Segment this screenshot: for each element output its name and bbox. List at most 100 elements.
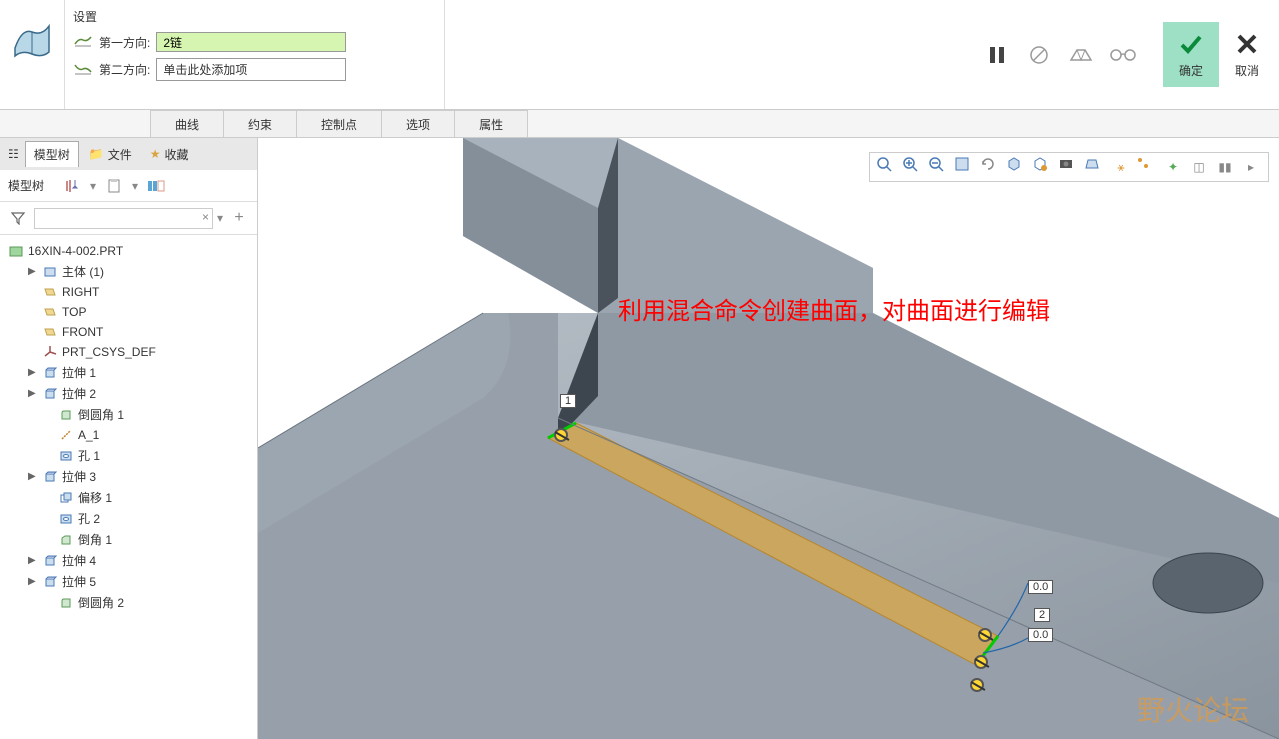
tree-item[interactable]: ▶拉伸 4 [4, 550, 253, 571]
feature-icon [42, 304, 58, 320]
cancel-label: 取消 [1235, 62, 1259, 79]
glasses-icon[interactable] [1107, 39, 1139, 71]
model-view [258, 138, 1279, 739]
control-group [961, 0, 1159, 109]
tree-item-label: 孔 2 [78, 510, 100, 527]
handle-3[interactable] [974, 655, 988, 669]
datum-csys-icon[interactable]: ✦ [1162, 156, 1184, 178]
dim-label-3[interactable]: 2 [1034, 608, 1050, 622]
watermark: 野火论坛 [1137, 689, 1249, 729]
tree-item[interactable]: ▶拉伸 1 [4, 362, 253, 383]
dim-label-4[interactable]: 0.0 [1028, 628, 1053, 642]
settings-title: 设置 [73, 4, 436, 29]
tree-item[interactable]: 倒圆角 2 [4, 592, 253, 613]
pause-button[interactable] [981, 39, 1013, 71]
extra-icon[interactable]: ▸ [1240, 156, 1262, 178]
tree-item[interactable]: 孔 1 [4, 445, 253, 466]
tab-constraints[interactable]: 约束 [223, 110, 297, 137]
toolbar-label: 模型树 [8, 177, 44, 194]
tree-item-label: 孔 1 [78, 447, 100, 464]
boundary-blend-icon[interactable] [8, 4, 56, 76]
caret-icon: ▶ [28, 367, 38, 378]
tree-item[interactable]: 偏移 1 [4, 487, 253, 508]
feature-icon [42, 284, 58, 300]
tree-root[interactable]: 16XIN-4-002.PRT [4, 241, 253, 261]
tree-item[interactable]: 倒圆角 1 [4, 404, 253, 425]
check-icon [1177, 30, 1205, 58]
filter-input[interactable] [34, 208, 213, 229]
no-preview-icon[interactable] [1023, 39, 1055, 71]
tab-files[interactable]: 📁文件 [81, 142, 140, 167]
tab-properties[interactable]: 属性 [454, 110, 528, 137]
feature-icon-group [0, 0, 65, 109]
tree-item[interactable]: ▶拉伸 2 [4, 383, 253, 404]
handle-4[interactable] [970, 678, 984, 692]
caret-icon: ▶ [28, 471, 38, 482]
datum-plane-icon[interactable]: ◫ [1188, 156, 1210, 178]
datum-point-icon[interactable] [1136, 156, 1158, 178]
camera-icon[interactable] [1058, 156, 1080, 178]
filter-icon[interactable] [6, 206, 30, 230]
feature-icon [58, 448, 74, 464]
tree-item[interactable]: FRONT [4, 322, 253, 342]
dim-label-2[interactable]: 0.0 [1028, 580, 1053, 594]
tree-item[interactable]: 倒角 1 [4, 529, 253, 550]
perspective-icon[interactable] [1084, 156, 1106, 178]
tree-item[interactable]: ▶ 拉伸 3 [4, 466, 253, 487]
sidebar-toolbar: 模型树 ▾ ▾ [0, 170, 257, 202]
preview-icon[interactable] [1065, 39, 1097, 71]
feature-icon [58, 595, 74, 611]
zoom-in-icon[interactable] [902, 156, 924, 178]
tab-curves[interactable]: 曲线 [150, 110, 224, 137]
saved-views-icon[interactable] [1032, 156, 1054, 178]
tree-item[interactable]: RIGHT [4, 282, 253, 302]
handle-1[interactable] [554, 428, 568, 442]
dim-label-1[interactable]: 1 [560, 394, 576, 408]
tree-item-label: 倒圆角 1 [78, 406, 124, 423]
tree-item[interactable]: ▶拉伸 5 [4, 571, 253, 592]
settings-icon[interactable] [144, 174, 168, 198]
tree-item[interactable]: PRT_CSYS_DEF [4, 342, 253, 362]
feature-icon [42, 386, 58, 402]
feature-icon [58, 427, 74, 443]
annotation-text: 利用混合命令创建曲面，对曲面进行编辑 [618, 291, 1050, 326]
display-style-icon[interactable] [1006, 156, 1028, 178]
clipboard-icon[interactable] [102, 174, 126, 198]
tree-item-label: PRT_CSYS_DEF [62, 345, 156, 359]
viewport[interactable]: 利用混合命令创建曲面，对曲面进行编辑 ⚹ ✦ ◫ ▮▮ ▸ 1 0.0 2 0.… [258, 138, 1279, 739]
repaint-icon[interactable] [954, 156, 976, 178]
tab-favorites[interactable]: ★收藏 [142, 142, 197, 167]
tree-item[interactable]: A_1 [4, 425, 253, 445]
cancel-button[interactable]: 取消 [1219, 22, 1275, 87]
tree-mode-icon[interactable]: ☷ [4, 147, 23, 161]
ok-button[interactable]: 确定 [1163, 22, 1219, 87]
dir1-label: 第一方向: [99, 34, 150, 51]
dir2-input[interactable]: 单击此处添加项 [156, 58, 346, 81]
zoom-fit-icon[interactable] [876, 156, 898, 178]
feature-icon [42, 264, 58, 280]
annotations-icon[interactable]: ▮▮ [1214, 156, 1236, 178]
tree-item-label: 拉伸 5 [62, 573, 96, 590]
spin-icon[interactable] [980, 156, 1002, 178]
tree-item-label: 拉伸 4 [62, 552, 96, 569]
handle-2[interactable] [978, 628, 992, 642]
tab-model-tree[interactable]: 模型树 [25, 141, 79, 167]
zoom-out-icon[interactable] [928, 156, 950, 178]
tools-icon[interactable] [60, 174, 84, 198]
tab-control-points[interactable]: 控制点 [296, 110, 382, 137]
datum-axis-icon[interactable]: ⚹ [1110, 156, 1132, 178]
feature-icon [58, 532, 74, 548]
x-icon [1233, 30, 1261, 58]
part-name: 16XIN-4-002.PRT [28, 244, 123, 258]
dir1-input[interactable] [156, 32, 346, 52]
feature-icon [42, 344, 58, 360]
tree-item-label: 拉伸 3 [62, 468, 96, 485]
tree-item[interactable]: 孔 2 [4, 508, 253, 529]
add-icon[interactable]: + [227, 206, 251, 230]
settings-group: 设置 第一方向: 第二方向: 单击此处添加项 [65, 0, 445, 109]
tree-item[interactable]: TOP [4, 302, 253, 322]
tree-item[interactable]: ▶主体 (1) [4, 261, 253, 282]
filter-clear-icon[interactable]: × [202, 210, 209, 224]
confirm-group: 确定 取消 [1159, 0, 1279, 109]
tab-options[interactable]: 选项 [381, 110, 455, 137]
